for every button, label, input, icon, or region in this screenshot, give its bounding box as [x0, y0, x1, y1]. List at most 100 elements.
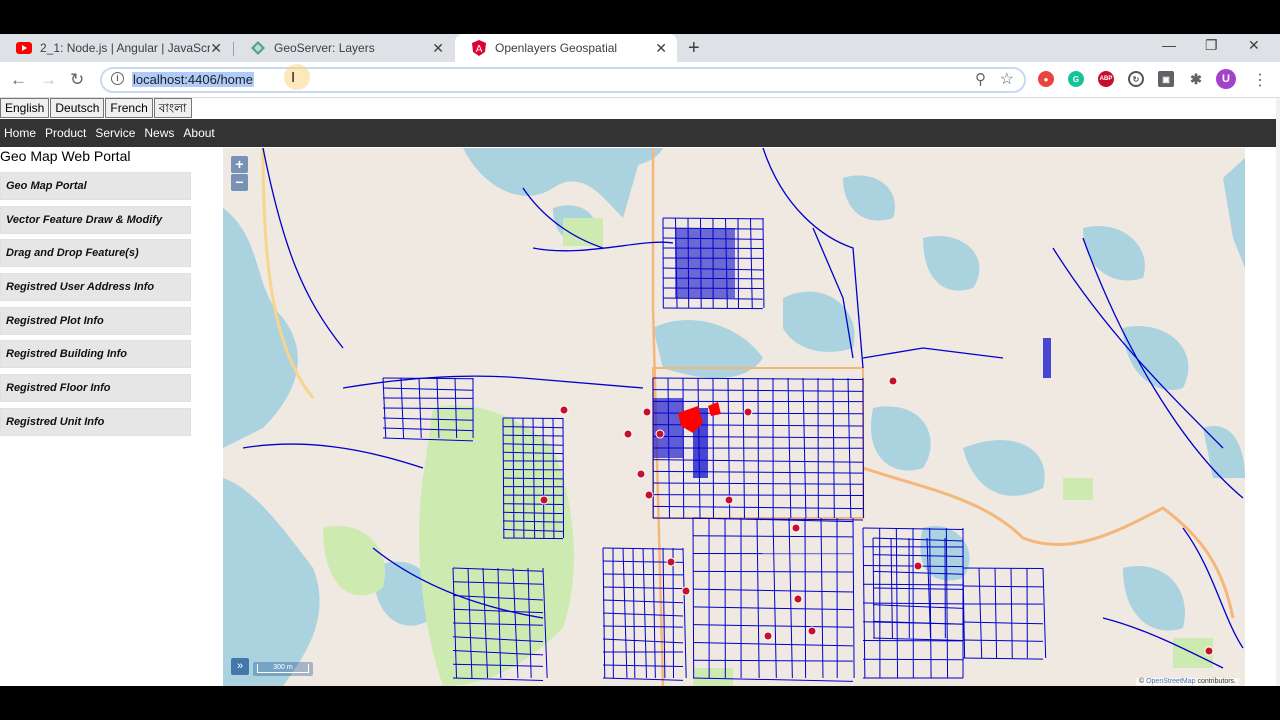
sidebar-item-user-address[interactable]: Registred User Address Info: [0, 273, 191, 302]
road-segment: [962, 567, 1044, 570]
tab-openlayers[interactable]: A Openlayers Geospatial ✕: [455, 34, 677, 62]
poi-marker: [655, 429, 665, 439]
site-info-icon[interactable]: i: [111, 72, 124, 85]
attribution-prefix: ©: [1138, 678, 1145, 685]
sidebar-item-drag-drop[interactable]: Drag and Drop Feature(s): [0, 239, 191, 268]
menu-dots-icon[interactable]: ⋮: [1252, 70, 1268, 90]
nav-about[interactable]: About: [179, 126, 219, 140]
video-letterbox-bottom: [0, 686, 1280, 720]
lang-bangla-button[interactable]: বাংলা: [153, 98, 192, 118]
geoserver-icon: [250, 40, 266, 56]
poi-marker: [724, 495, 734, 505]
sidebar-item-building-info[interactable]: Registred Building Info: [0, 340, 191, 369]
poi-marker: [636, 469, 646, 479]
nav-home[interactable]: Home: [0, 126, 41, 140]
tab-title: 2_1: Node.js | Angular | JavaScrip: [40, 41, 210, 55]
poi-marker: [743, 407, 753, 417]
restore-icon[interactable]: ❐: [1205, 37, 1218, 54]
poi-marker: [666, 557, 676, 567]
poi-marker: [888, 376, 898, 386]
road-segment: [662, 307, 764, 310]
scale-label: 300 m: [257, 664, 309, 673]
page-scrollbar[interactable]: [1276, 98, 1280, 686]
osm-link[interactable]: OpenStreetMap: [1146, 678, 1195, 685]
zoom-out-button[interactable]: −: [231, 174, 248, 191]
poi-marker: [793, 594, 803, 604]
web-page: English Deutsch French বাংলা Home Produc…: [0, 98, 1280, 686]
road-segment: [502, 537, 564, 540]
tab-strip: 2_1: Node.js | Angular | JavaScrip ✕ Geo…: [0, 34, 1280, 62]
profile-avatar[interactable]: U: [1216, 69, 1236, 89]
tab-youtube[interactable]: 2_1: Node.js | Angular | JavaScrip ✕: [0, 34, 232, 62]
road-segment: [757, 377, 760, 519]
language-bar: English Deutsch French বাংলা: [0, 98, 193, 119]
overview-map-button[interactable]: »: [231, 658, 249, 675]
sidebar-item-geo-map-portal[interactable]: Geo Map Portal: [0, 172, 191, 200]
road-segment: [672, 547, 675, 679]
puzzle-extensions-icon[interactable]: ✱: [1188, 71, 1204, 87]
nav-news[interactable]: News: [140, 126, 179, 140]
poi-marker: [539, 495, 549, 505]
text-cursor-icon: I: [291, 69, 296, 86]
bookmark-star-icon[interactable]: ☆: [1000, 69, 1014, 89]
nav-service[interactable]: Service: [91, 126, 140, 140]
back-icon[interactable]: ←: [10, 70, 27, 90]
sidebar-item-plot-info[interactable]: Registred Plot Info: [0, 306, 191, 335]
address-bar[interactable]: i localhost:4406/home I ⚲ ☆: [100, 64, 1026, 93]
minimize-icon[interactable]: —: [1162, 37, 1176, 53]
svg-text:A: A: [476, 44, 483, 55]
poi-marker: [642, 407, 652, 417]
road-segment: [692, 517, 695, 679]
screenshot-icon[interactable]: ▣: [1158, 71, 1174, 87]
lang-english-button[interactable]: English: [0, 98, 50, 118]
tab-geoserver[interactable]: GeoServer: Layers ✕: [234, 34, 454, 62]
road-segment: [562, 417, 565, 539]
video-letterbox-top: [0, 0, 1280, 34]
close-icon[interactable]: ✕: [432, 40, 444, 57]
reload-icon[interactable]: ↻: [70, 70, 84, 90]
extension-sync-icon[interactable]: ↻: [1128, 71, 1144, 87]
close-icon[interactable]: ✕: [655, 40, 667, 57]
sidebar-item-unit-info[interactable]: Registred Unit Info: [0, 407, 191, 436]
lang-deutsch-button[interactable]: Deutsch: [50, 98, 105, 118]
attribution-suffix: contributors.: [1197, 678, 1236, 685]
youtube-icon: [16, 40, 32, 56]
road-segment: [682, 377, 685, 519]
lang-french-button[interactable]: French: [105, 98, 153, 118]
url-text[interactable]: localhost:4406/home: [132, 72, 254, 87]
poi-marker: [681, 586, 691, 596]
poi-marker: [807, 626, 817, 636]
forward-icon[interactable]: →: [40, 70, 57, 90]
sidebar-item-vector-draw[interactable]: Vector Feature Draw & Modify: [0, 205, 191, 234]
main-nav: Home Product Service News About: [0, 119, 1276, 147]
cursor-highlight: [284, 64, 310, 90]
poi-marker: [644, 490, 654, 500]
grammarly-icon[interactable]: G: [1068, 71, 1084, 87]
poi-marker: [763, 631, 773, 641]
road-segment: [804, 517, 807, 679]
map-canvas[interactable]: [223, 148, 1245, 686]
map-viewport[interactable]: + − » 300 m © OpenStreetMap contributors…: [223, 148, 1245, 686]
window-close-icon[interactable]: ✕: [1248, 37, 1260, 54]
tab-title: Openlayers Geospatial: [495, 41, 618, 55]
new-tab-icon[interactable]: +: [688, 37, 700, 60]
poi-marker: [791, 523, 801, 533]
poi-marker: [913, 561, 923, 571]
adblock-icon[interactable]: ABP: [1098, 71, 1114, 87]
page-title: Geo Map Web Portal: [0, 148, 131, 164]
map-attribution: © OpenStreetMap contributors.: [1135, 678, 1239, 685]
close-icon[interactable]: ✕: [210, 40, 222, 57]
browser-toolbar: ← → ↻ i localhost:4406/home I ⚲ ☆ ● G AB…: [0, 62, 1280, 98]
poi-marker: [559, 405, 569, 415]
angular-icon: A: [471, 40, 487, 56]
road-segment: [862, 377, 865, 519]
scale-line: 300 m: [253, 662, 313, 676]
nav-product[interactable]: Product: [41, 126, 91, 140]
extension-icon[interactable]: ●: [1038, 71, 1054, 87]
zoom-in-button[interactable]: +: [231, 156, 248, 173]
zoom-icon[interactable]: ⚲: [975, 70, 986, 88]
browser-window: 2_1: Node.js | Angular | JavaScrip ✕ Geo…: [0, 34, 1280, 686]
poi-marker: [1204, 646, 1214, 656]
sidebar-item-floor-info[interactable]: Registred Floor Info: [0, 374, 191, 403]
sidebar: Geo Map Portal Vector Feature Draw & Mod…: [0, 172, 191, 442]
